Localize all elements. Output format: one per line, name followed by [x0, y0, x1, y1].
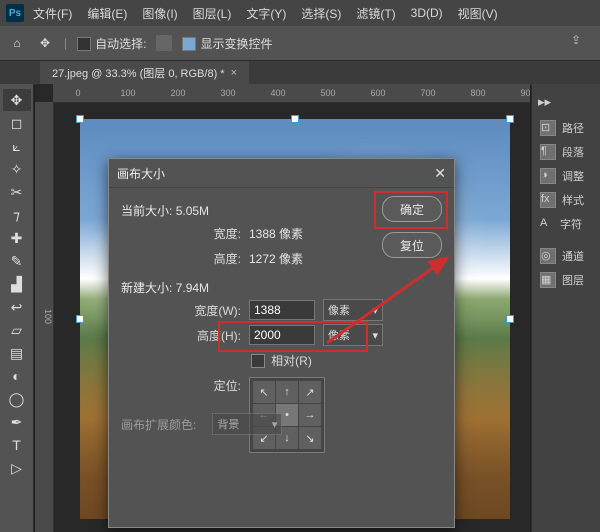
blur-tool[interactable]: ◐ — [3, 365, 31, 387]
lasso-tool[interactable]: ⟀ — [3, 135, 31, 157]
panel-collapse-icon[interactable]: ▸▸ — [538, 94, 552, 108]
ps-logo: Ps — [6, 4, 24, 22]
anchor-label: 定位: — [121, 377, 249, 394]
panel-paragraph[interactable]: ¶段落 — [532, 140, 600, 164]
char-icon: A — [540, 217, 554, 231]
eyedropper-tool[interactable]: ⁊ — [3, 204, 31, 226]
styles-icon: fx — [540, 192, 556, 208]
menu-filter[interactable]: 滤镜(T) — [350, 1, 401, 26]
paragraph-icon: ¶ — [540, 144, 556, 160]
width-unit-select[interactable]: 像素▾ — [323, 299, 383, 321]
dialog-titlebar[interactable]: 画布大小 ✕ — [109, 159, 454, 188]
menu-view[interactable]: 视图(V) — [452, 1, 504, 26]
document-tabs: 27.jpeg @ 33.3% (图层 0, RGB/8) * × — [0, 61, 600, 85]
pen-tool[interactable]: ✒ — [3, 411, 31, 433]
ext-color-select: 背景▾ — [212, 413, 282, 435]
panel-char[interactable]: A字符 — [532, 212, 600, 236]
eraser-tool[interactable]: ▱ — [3, 319, 31, 341]
menu-image[interactable]: 图像(I) — [136, 1, 183, 26]
ruler-vertical: 100 — [35, 102, 54, 532]
ruler-horizontal: 0100200300400500600700800900100011001200… — [53, 84, 530, 103]
dodge-tool[interactable]: ◯ — [3, 388, 31, 410]
menu-layer[interactable]: 图层(L) — [187, 1, 238, 26]
gradient-tool[interactable]: ▤ — [3, 342, 31, 364]
menu-select[interactable]: 选择(S) — [295, 1, 347, 26]
close-icon[interactable]: ✕ — [434, 165, 446, 182]
dialog-title: 画布大小 — [117, 165, 165, 182]
relative-label: 相对(R) — [271, 352, 312, 369]
crop-tool[interactable]: ✂ — [3, 181, 31, 203]
transform-handle[interactable] — [506, 315, 514, 323]
channels-icon: ◎ — [540, 248, 556, 264]
show-transform-group: 显示变换控件 — [182, 35, 272, 52]
path-select-tool[interactable]: ▷ — [3, 457, 31, 479]
width-label: 宽度(W): — [121, 302, 249, 319]
ok-button[interactable]: 确定 — [382, 196, 442, 222]
history-brush-tool[interactable]: ↩ — [3, 296, 31, 318]
menu-edit[interactable]: 编辑(E) — [81, 1, 133, 26]
menu-3d[interactable]: 3D(D) — [405, 2, 449, 24]
transform-handle[interactable] — [76, 315, 84, 323]
width-input[interactable] — [249, 300, 315, 320]
height-input[interactable] — [249, 325, 315, 345]
chevron-down-icon: ▾ — [372, 329, 378, 342]
document-tab[interactable]: 27.jpeg @ 33.3% (图层 0, RGB/8) * × — [40, 60, 249, 85]
canvas-size-dialog: 画布大小 ✕ 确定 复位 当前大小: 5.05M 宽度:1388 像素 高度:1… — [108, 158, 455, 528]
healing-tool[interactable]: ✚ — [3, 227, 31, 249]
panel-styles[interactable]: fx样式 — [532, 188, 600, 212]
share-icon[interactable]: ⇪ — [568, 32, 584, 48]
auto-select-checkbox[interactable] — [77, 37, 91, 51]
chevron-down-icon: ▾ — [372, 304, 378, 317]
paths-icon: ⊡ — [540, 120, 556, 136]
ext-color-label: 画布扩展颜色: — [121, 416, 196, 433]
toolbox: ✥ ◻ ⟀ ✧ ✂ ⁊ ✚ ✎ ▟ ↩ ▱ ▤ ◐ ◯ ✒ T ▷ — [0, 84, 34, 532]
autoselect-dropdown[interactable] — [156, 35, 172, 51]
transform-handle[interactable] — [76, 115, 84, 123]
panel-layers[interactable]: ▦图层 — [532, 268, 600, 292]
reset-button[interactable]: 复位 — [382, 232, 442, 258]
tab-label: 27.jpeg @ 33.3% (图层 0, RGB/8) * — [52, 65, 225, 81]
panel-paths[interactable]: ⊡路径 — [532, 116, 600, 140]
move-tool[interactable]: ✥ — [3, 89, 31, 111]
menubar: Ps 文件(F) 编辑(E) 图像(I) 图层(L) 文字(Y) 选择(S) 滤… — [0, 0, 600, 26]
show-transform-checkbox[interactable] — [182, 37, 196, 51]
stamp-tool[interactable]: ▟ — [3, 273, 31, 295]
marquee-tool[interactable]: ◻ — [3, 112, 31, 134]
panel-adjust[interactable]: ◑调整 — [532, 164, 600, 188]
home-icon[interactable]: ⌂ — [8, 34, 26, 52]
right-panels: ▸▸ ⊡路径 ¶段落 ◑调整 fx样式 A字符 ◎通道 ▦图层 — [531, 84, 600, 532]
close-tab-icon[interactable]: × — [231, 67, 237, 79]
magic-wand-tool[interactable]: ✧ — [3, 158, 31, 180]
menu-file[interactable]: 文件(F) — [27, 1, 78, 26]
adjust-icon: ◑ — [540, 168, 556, 184]
transform-handle[interactable] — [291, 115, 299, 123]
type-tool[interactable]: T — [3, 434, 31, 456]
relative-checkbox[interactable] — [251, 354, 265, 368]
move-tool-icon: ✥ — [36, 34, 54, 52]
options-bar: ⌂ ✥ | 自动选择: 显示变换控件 — [0, 26, 600, 61]
brush-tool[interactable]: ✎ — [3, 250, 31, 272]
panel-channels[interactable]: ◎通道 — [532, 244, 600, 268]
auto-select-group: 自动选择: — [77, 35, 146, 52]
menu-type[interactable]: 文字(Y) — [240, 1, 292, 26]
height-label: 高度(H): — [121, 327, 249, 344]
transform-handle[interactable] — [506, 115, 514, 123]
layers-icon: ▦ — [540, 272, 556, 288]
height-unit-select[interactable]: 像素▾ — [323, 324, 383, 346]
